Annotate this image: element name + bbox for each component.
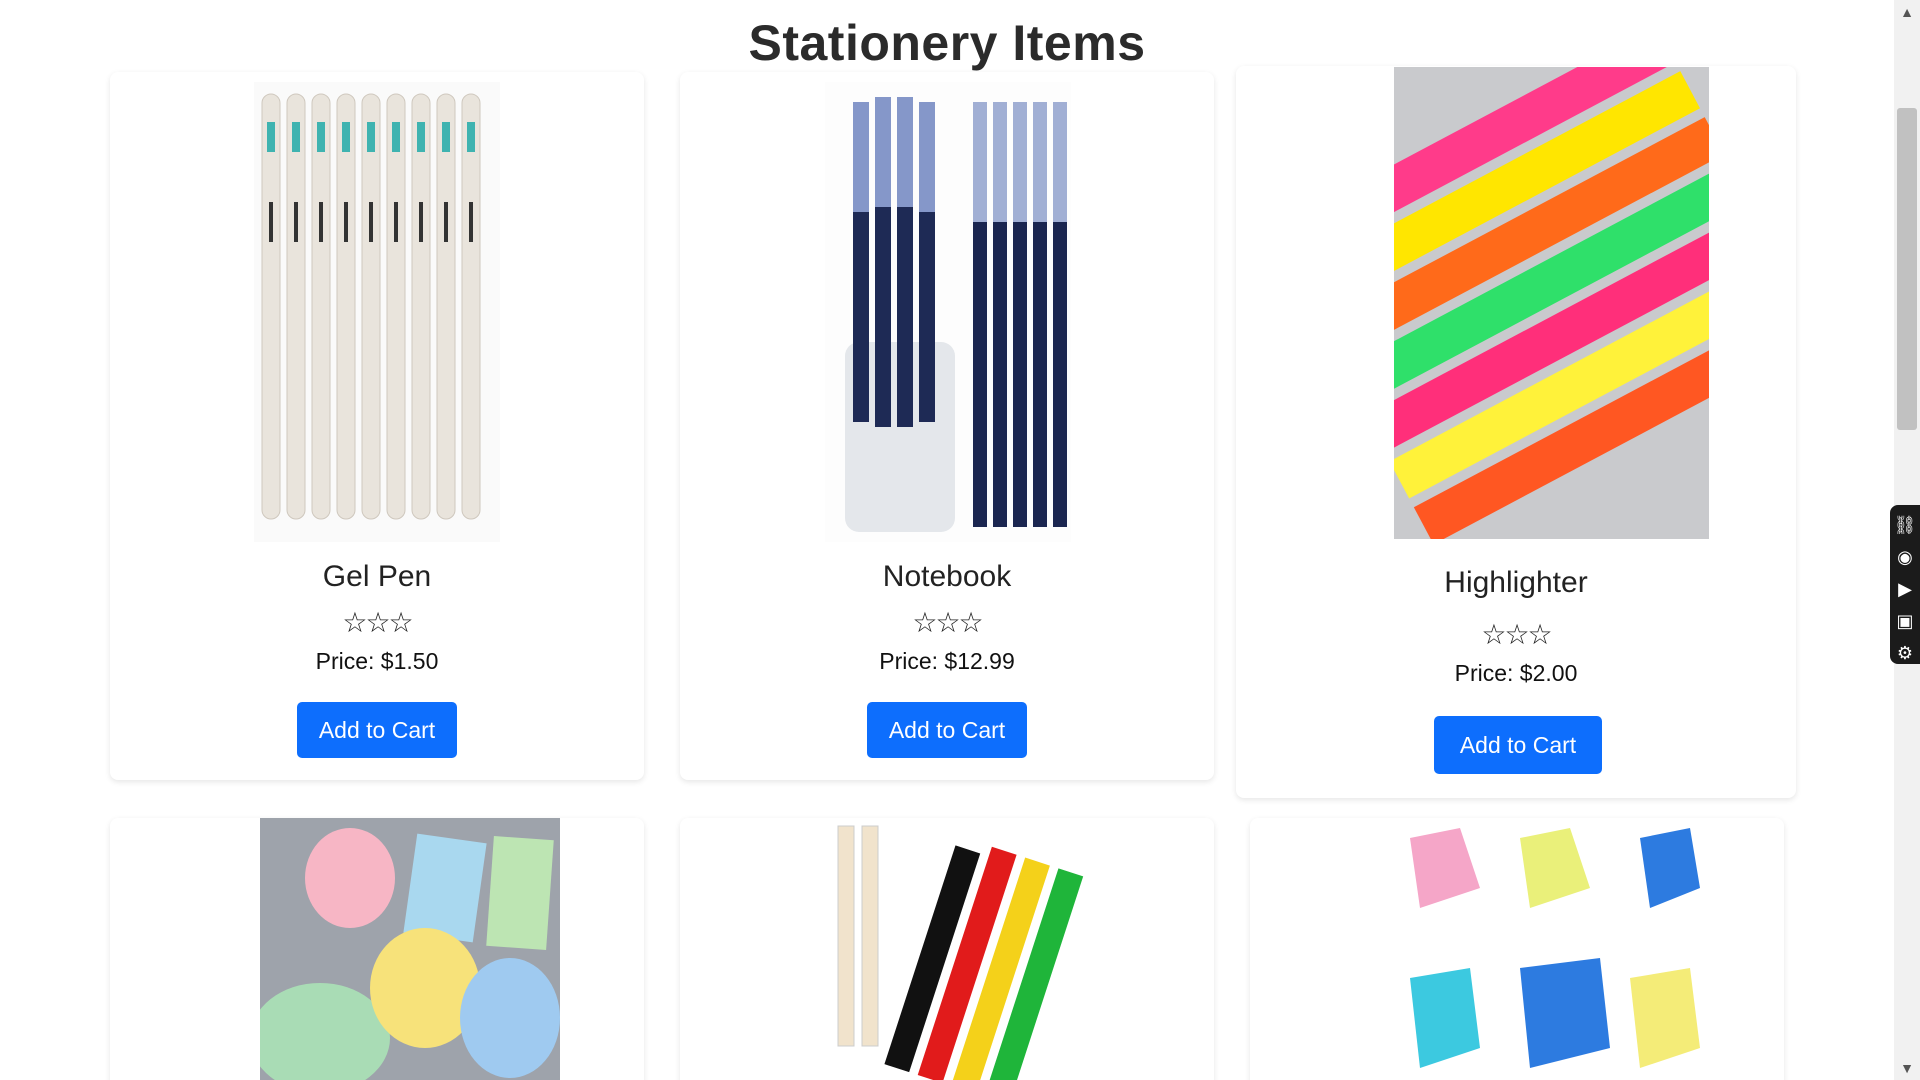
gear-icon[interactable]: ⚙ — [1897, 637, 1913, 669]
page: Stationery Items Gel Pen ☆☆☆ Price: $1.5… — [0, 0, 1920, 1080]
product-name: Notebook — [882, 560, 1012, 593]
page-title: Stationery Items — [748, 15, 1146, 71]
product-card — [110, 818, 644, 1080]
floating-tool-widget: ⛓ ◉ ▶ ▣ ⚙ — [1890, 505, 1920, 664]
product-image — [1394, 67, 1709, 539]
rating-stars: ☆☆☆ — [1481, 619, 1552, 650]
link-icon[interactable]: ⛓ — [1894, 509, 1917, 541]
scroll-thumb[interactable] — [1897, 108, 1917, 430]
sticky-notes-image — [260, 828, 560, 1080]
product-card — [1250, 818, 1784, 1080]
product-card — [680, 818, 1214, 1080]
add-to-cart-button[interactable]: Add to Cart — [297, 702, 457, 758]
product-image — [254, 82, 500, 542]
scroll-up-icon[interactable]: ▲ — [1900, 4, 1914, 20]
highlighter-image — [1394, 67, 1709, 539]
add-to-cart-button[interactable]: Add to Cart — [867, 702, 1027, 758]
product-card: Notebook ☆☆☆ Price: $12.99 Add to Cart — [680, 72, 1214, 780]
gel-pen-image — [261, 93, 481, 520]
rating-stars: ☆☆☆ — [912, 607, 983, 638]
mechanical-pencils-image — [837, 825, 1084, 1080]
notebook-image — [845, 97, 1067, 532]
product-card: Gel Pen ☆☆☆ Price: $1.50 Add to Cart — [110, 72, 644, 780]
product-image — [1400, 818, 1700, 1080]
add-to-cart-button[interactable]: Add to Cart — [1434, 716, 1602, 774]
product-price: Price: $2.00 — [1454, 660, 1578, 686]
product-card: Highlighter ☆☆☆ Price: $2.00 Add to Cart — [1236, 66, 1796, 798]
window-icon[interactable]: ▣ — [1896, 605, 1913, 637]
rating-stars: ☆☆☆ — [342, 607, 413, 638]
scroll-down-icon[interactable]: ▼ — [1900, 1060, 1914, 1076]
camera-icon[interactable]: ◉ — [1897, 541, 1913, 573]
product-image — [825, 82, 1071, 542]
product-price: Price: $12.99 — [879, 648, 1015, 674]
video-icon[interactable]: ▶ — [1898, 573, 1912, 605]
product-price: Price: $1.50 — [315, 648, 439, 674]
product-name: Highlighter — [1444, 566, 1588, 599]
binder-clips-image — [1410, 828, 1700, 1068]
product-name: Gel Pen — [322, 560, 432, 593]
product-image — [830, 818, 1130, 1080]
product-image — [260, 818, 560, 1080]
